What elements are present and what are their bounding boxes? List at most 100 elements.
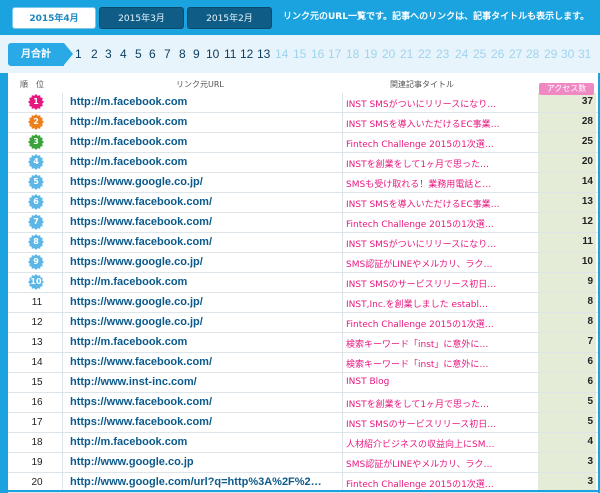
table-row: 2 http://m.facebook.com INST SMSを導入いただけるEC… <box>8 113 598 133</box>
referrer-url-link[interactable]: http://www.inst-inc.com/ <box>70 376 197 388</box>
article-title-link[interactable]: INST,Inc.を創業しました establ… <box>346 297 536 310</box>
referrer-url-link[interactable]: http://m.facebook.com <box>70 336 187 348</box>
access-count: 11 <box>582 236 593 247</box>
referrer-url-link[interactable]: https://www.facebook.com/ <box>70 196 212 208</box>
access-count: 5 <box>587 416 593 427</box>
tab-month-2015-04[interactable]: 2015年4月 <box>12 7 96 29</box>
day-link-8[interactable]: 8 <box>179 47 186 61</box>
article-title-link[interactable]: INSTを創業をして1ヶ月で思った… <box>346 397 536 410</box>
access-count: 5 <box>587 396 593 407</box>
table-row: 19 http://www.google.co.jp SMS認証がLINEやメルカリ… <box>8 453 598 473</box>
referrer-url-link[interactable]: https://www.google.co.jp/ <box>70 316 203 328</box>
access-count: 12 <box>581 216 593 227</box>
access-count: 10 <box>581 256 593 267</box>
article-title-link[interactable]: SMSも受け取れる！業務用電話と… <box>346 177 536 190</box>
article-title-link[interactable]: SMS認証がLINEやメルカリ、ラク… <box>346 257 536 270</box>
referrer-url-link[interactable]: https://www.google.co.jp/ <box>70 256 203 268</box>
day-link-21: 21 <box>400 47 414 61</box>
access-count: 7 <box>587 336 593 347</box>
day-link-11[interactable]: 11 <box>224 47 236 61</box>
referrer-url-link[interactable]: https://www.facebook.com/ <box>70 416 212 428</box>
referrer-url-link[interactable]: https://www.facebook.com/ <box>70 236 212 248</box>
day-link-6[interactable]: 6 <box>149 47 156 61</box>
table-row: 1 http://m.facebook.com INST SMSがついにリリースにな… <box>8 93 598 113</box>
rank-number: 20 <box>31 477 43 488</box>
day-link-7[interactable]: 7 <box>164 47 171 61</box>
day-link-2[interactable]: 2 <box>91 47 98 61</box>
article-title-link[interactable]: Fintech Challenge 2015の1次選… <box>346 477 536 490</box>
tab-month-2015-02[interactable]: 2015年2月 <box>187 7 272 29</box>
rank-badge: 3 <box>28 134 44 150</box>
table-row: 3 http://m.facebook.com Fintech Challenge … <box>8 133 598 153</box>
referrer-url-link[interactable]: http://m.facebook.com <box>70 156 187 168</box>
table-row: 8 https://www.facebook.com/INST SMSがついにリリ… <box>8 233 598 253</box>
header-rank: 順 位 <box>20 80 44 89</box>
day-link-22: 22 <box>418 47 432 61</box>
article-title-link[interactable]: INST SMSがついにリリースになり… <box>346 237 536 250</box>
article-title-link[interactable]: 検索キーワード「inst」に意外に… <box>346 337 536 350</box>
day-link-3[interactable]: 3 <box>105 47 112 61</box>
article-title-link[interactable]: INST SMSを導入いただけるEC事業… <box>346 197 536 210</box>
referrer-url-link[interactable]: http://m.facebook.com <box>70 276 187 288</box>
day-link-1[interactable]: 1 <box>75 47 82 61</box>
tab-monthly-total[interactable]: 月合計 <box>8 43 73 66</box>
referrer-url-link[interactable]: http://www.google.co.jp <box>70 456 194 468</box>
day-link-20: 20 <box>382 47 396 61</box>
table-row: 12 https://www.google.co.jp/Fintech Chall… <box>8 313 598 333</box>
referrer-url-link[interactable]: https://www.google.co.jp/ <box>70 176 203 188</box>
article-title-link[interactable]: INST Blog <box>346 377 536 387</box>
article-title-link[interactable]: INSTを創業をして1ヶ月で思った… <box>346 157 536 170</box>
day-link-27: 27 <box>509 47 523 61</box>
rank-badge: 7 <box>28 214 44 230</box>
access-count: 20 <box>581 156 593 167</box>
table-row: 16 https://www.facebook.com/INSTを創業をして1ヶ月… <box>8 393 598 413</box>
article-title-link[interactable]: 人材紹介ビジネスの収益向上にSM… <box>346 437 536 450</box>
tab-month-2015-03[interactable]: 2015年3月 <box>99 7 184 29</box>
day-link-26: 26 <box>491 47 505 61</box>
article-title-link[interactable]: Fintech Challenge 2015の1次選… <box>346 317 536 330</box>
article-title-link[interactable]: 検索キーワード「inst」に意外に… <box>346 357 536 370</box>
day-link-12[interactable]: 12 <box>240 47 253 61</box>
day-link-4[interactable]: 4 <box>120 47 127 61</box>
rank-number: 18 <box>31 437 43 448</box>
day-link-5[interactable]: 5 <box>135 47 142 61</box>
article-title-link[interactable]: INST SMSがついにリリースになり… <box>346 97 536 110</box>
table-row: 18 http://m.facebook.com 人材紹介ビジネスの収益向上にSM…… <box>8 433 598 453</box>
day-link-23: 23 <box>436 47 450 61</box>
access-count: 14 <box>581 176 593 187</box>
article-title-link[interactable]: INST SMSのサービスリリース初日… <box>346 417 536 430</box>
day-link-16: 16 <box>311 47 325 61</box>
access-count: 25 <box>581 136 593 147</box>
rank-number: 17 <box>31 417 43 428</box>
referrer-url-link[interactable]: http://m.facebook.com <box>70 116 187 128</box>
rank-number: 14 <box>31 357 43 368</box>
table-row: 9 https://www.google.co.jp/SMS認証がLINEやメルカ… <box>8 253 598 273</box>
table-row: 6 https://www.facebook.com/INST SMSを導入いただ… <box>8 193 598 213</box>
day-link-29: 29 <box>544 47 558 61</box>
article-title-link[interactable]: Fintech Challenge 2015の1次選… <box>346 217 536 230</box>
day-link-28: 28 <box>526 47 540 61</box>
access-count: 6 <box>587 376 593 387</box>
rank-badge: 2 <box>28 114 44 130</box>
referrer-url-link[interactable]: https://www.google.co.jp/ <box>70 296 203 308</box>
day-link-13[interactable]: 13 <box>257 47 270 61</box>
referrer-url-link[interactable]: http://www.google.com/url?q=http%3A%2F%2… <box>70 476 322 488</box>
referrer-url-link[interactable]: http://m.facebook.com <box>70 96 187 108</box>
article-title-link[interactable]: INST SMSを導入いただけるEC事業… <box>346 117 536 130</box>
article-title-link[interactable]: Fintech Challenge 2015の1次選… <box>346 137 536 150</box>
referrer-url-link[interactable]: https://www.facebook.com/ <box>70 396 212 408</box>
day-link-14: 14 <box>275 47 289 61</box>
rank-number: 12 <box>31 317 43 328</box>
referrer-url-link[interactable]: https://www.facebook.com/ <box>70 356 212 368</box>
day-link-9[interactable]: 9 <box>193 47 200 61</box>
access-count: 8 <box>587 296 593 307</box>
rank-badge: 8 <box>28 234 44 250</box>
article-title-link[interactable]: INST SMSのサービスリリース初日… <box>346 277 536 290</box>
rank-badge: 5 <box>28 174 44 190</box>
referrer-url-link[interactable]: https://www.facebook.com/ <box>70 216 212 228</box>
referrer-url-link[interactable]: http://m.facebook.com <box>70 436 187 448</box>
referrer-url-link[interactable]: http://m.facebook.com <box>70 136 187 148</box>
day-link-10[interactable]: 10 <box>206 47 219 61</box>
table-row: 20 http://www.google.com/url?q=http%3A%2F… <box>8 473 598 493</box>
article-title-link[interactable]: SMS認証がLINEやメルカリ、ラク… <box>346 457 536 470</box>
